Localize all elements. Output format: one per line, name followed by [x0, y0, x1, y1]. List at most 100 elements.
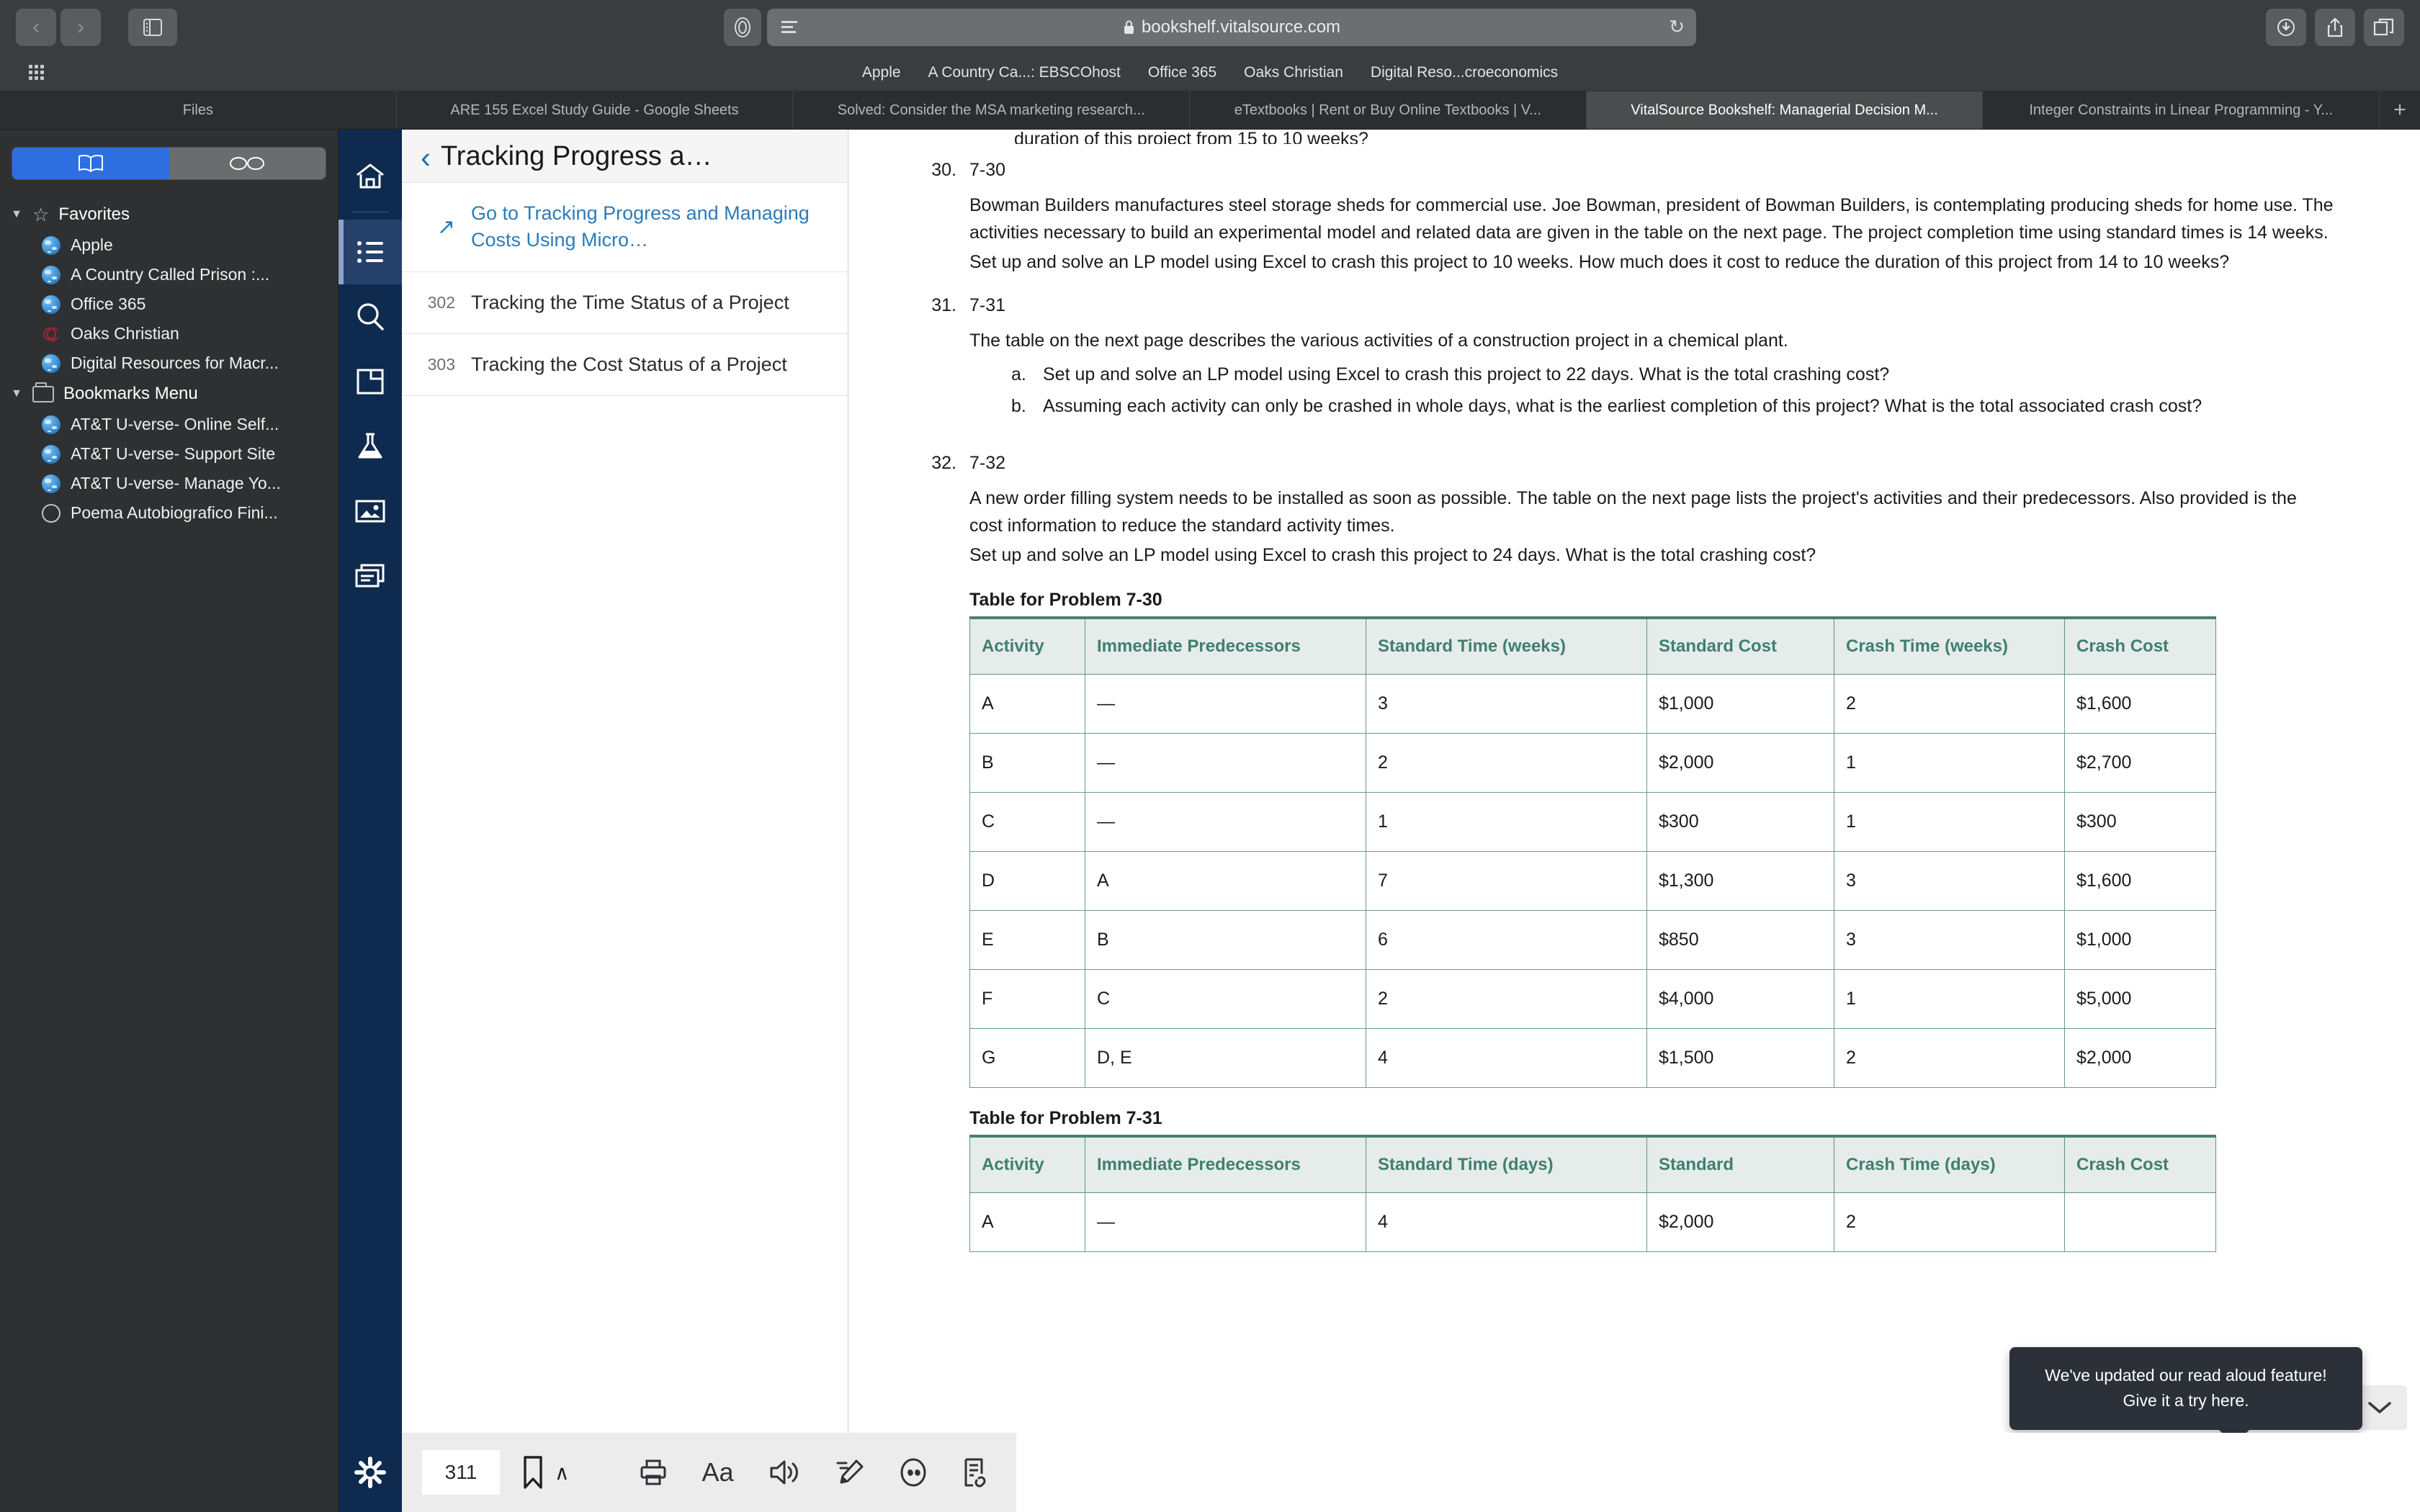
cell-crash-cost: $5,000 — [2064, 968, 2216, 1029]
back-button[interactable]: ‹ — [16, 8, 56, 46]
bookmark-label: Poema Autobiografico Fini... — [71, 503, 278, 522]
toc-row-goto[interactable]: ↗ Go to Tracking Progress and Managing C… — [402, 183, 848, 272]
bookmark-caret-icon[interactable]: ∧ — [555, 1461, 570, 1485]
column-header-activity: Activity — [969, 616, 1085, 675]
table-of-contents-icon — [357, 241, 383, 263]
tab-files[interactable]: Files — [0, 91, 397, 129]
cell-standard-cost: $1,300 — [1646, 850, 1834, 911]
bookmark-label: Oaks Christian — [71, 324, 179, 343]
problem-paragraph: Bowman Builders manufactures steel stora… — [969, 195, 2334, 243]
table-caption-7-31: Table for Problem 7-31 — [969, 1107, 1162, 1128]
table-row: C — 1 $300 1 $300 — [969, 791, 2216, 852]
disclosure-caret-icon[interactable]: ▼ — [10, 208, 23, 221]
read-aloud-icon[interactable] — [768, 1459, 800, 1486]
highlight-icon[interactable] — [835, 1458, 865, 1487]
disclosure-caret-icon[interactable]: ▼ — [10, 387, 23, 400]
reload-button[interactable]: ↻ — [1669, 16, 1685, 38]
tab-etextbooks[interactable]: eTextbooks | Rent or Buy Online Textbook… — [1190, 91, 1587, 129]
cell-crash-cost: $1,600 — [2064, 850, 2216, 911]
bookmark-item-digital-resources[interactable]: Digital Resources for Macr... — [0, 348, 338, 378]
book-content: duration of this project from 15 to 10 w… — [848, 130, 2420, 1252]
rail-flashcards-button[interactable] — [339, 544, 402, 608]
toc-row-time-status[interactable]: 302 Tracking the Time Status of a Projec… — [402, 272, 848, 334]
bookmarks-group-menu[interactable]: ▼ Bookmarks Menu — [0, 378, 338, 410]
download-icon — [2277, 18, 2295, 36]
page-number-input[interactable]: 311 — [422, 1450, 500, 1495]
cell-predecessors: — — [1085, 673, 1366, 734]
toc-row-cost-status[interactable]: 303 Tracking the Cost Status of a Projec… — [402, 334, 848, 396]
bookmarks-group-favorites[interactable]: ▼ ☆ Favorites — [0, 199, 338, 230]
cell-standard-cost: $1,500 — [1646, 1027, 1834, 1088]
folder-icon — [32, 382, 54, 402]
vitalsource-icon-rail — [339, 130, 402, 1433]
problem-title: 7-31 — [969, 294, 1006, 315]
rail-contents-button[interactable] — [339, 220, 402, 284]
favorite-item[interactable]: Oaks Christian — [1244, 64, 1343, 81]
bookmarks-tab[interactable] — [12, 148, 169, 179]
favorite-item[interactable]: Office 365 — [1148, 64, 1216, 81]
cell-standard-time: 6 — [1366, 909, 1647, 970]
read-aloud-tooltip: We've updated our read aloud feature! Gi… — [2009, 1347, 2362, 1433]
column-header-standard-time: Standard Time (weeks) — [1366, 616, 1647, 675]
bookmark-item-apple[interactable]: Apple — [0, 230, 338, 260]
sidebar-toggle-button[interactable] — [128, 8, 177, 46]
cell-standard-time: 2 — [1366, 968, 1647, 1029]
globe-icon — [42, 444, 60, 464]
cell-standard-cost: $300 — [1646, 791, 1834, 852]
bookmark-icon[interactable] — [521, 1455, 544, 1490]
toc-title: Tracking Progress a… — [441, 141, 712, 171]
bookmark-item-oaks-christian[interactable]: Oaks Christian — [0, 319, 338, 348]
bookmark-item-country-called-prison[interactable]: A Country Called Prison :... — [0, 260, 338, 289]
settings-button[interactable] — [339, 1433, 402, 1512]
share-button[interactable] — [2315, 8, 2355, 46]
bookmark-item-att-support-site[interactable]: AT&T U-verse- Support Site — [0, 439, 338, 469]
tab-solved-msa[interactable]: Solved: Consider the MSA marketing resea… — [793, 91, 1191, 129]
back-icon: ‹ — [32, 14, 40, 39]
tab-integer-constraints[interactable]: Integer Constraints in Linear Programmin… — [1983, 91, 2380, 129]
privacy-shield-icon — [735, 17, 750, 37]
notes-link-icon[interactable] — [962, 1457, 990, 1488]
rail-figures-button[interactable] — [339, 479, 402, 544]
bookmark-label: A Country Called Prison :... — [71, 265, 270, 284]
bookmark-item-poema[interactable]: Poema Autobiografico Fini... — [0, 498, 338, 528]
favorites-grid-icon[interactable] — [29, 65, 44, 80]
favorite-item[interactable]: A Country Ca...: EBSCOhost — [928, 64, 1121, 81]
cell-activity: F — [969, 968, 1085, 1029]
cell-crash-time: 1 — [1834, 968, 2065, 1029]
table-caption-7-30: Table for Problem 7-30 — [969, 589, 1162, 610]
address-bar[interactable]: bookshelf.vitalsource.com ↻ — [767, 8, 1696, 46]
reading-list-tab[interactable] — [169, 148, 326, 179]
downloads-button[interactable] — [2266, 8, 2306, 46]
cell-activity: A — [969, 673, 1085, 734]
problem-sublist: a. Set up and solve an LP model using Ex… — [1011, 361, 2334, 420]
favorite-item[interactable]: Digital Reso...croeconomics — [1371, 64, 1558, 81]
rail-home-button[interactable] — [339, 144, 402, 209]
search-icon — [357, 303, 384, 330]
bookmark-item-office-365[interactable]: Office 365 — [0, 289, 338, 319]
table-row: D A 7 $1,300 3 $1,600 — [969, 850, 2216, 911]
bookmark-item-att-online-self[interactable]: AT&T U-verse- Online Self... — [0, 410, 338, 439]
new-tab-button[interactable]: + — [2380, 91, 2420, 129]
rail-search-button[interactable] — [339, 284, 402, 349]
column-header-predecessors: Immediate Predecessors — [1085, 1134, 1366, 1193]
home-icon — [357, 163, 384, 189]
tab-label: ARE 155 Excel Study Guide - Google Sheet… — [450, 102, 739, 118]
tab-are155[interactable]: ARE 155 Excel Study Guide - Google Sheet… — [397, 91, 794, 129]
reading-pane[interactable]: duration of this project from 15 to 10 w… — [848, 130, 2420, 1433]
bookmark-label: Digital Resources for Macr... — [71, 354, 279, 372]
favorite-item[interactable]: Apple — [862, 64, 901, 81]
tab-overview-button[interactable] — [2364, 8, 2404, 46]
privacy-report-button[interactable] — [724, 8, 761, 46]
rail-notebook-button[interactable] — [339, 349, 402, 414]
problem-paragraph: A new order filling system needs to be i… — [969, 488, 2297, 536]
text-size-icon[interactable]: Aa — [702, 1457, 734, 1488]
toc-back-button[interactable]: ‹ — [421, 142, 431, 173]
forward-button[interactable]: › — [60, 8, 101, 46]
citation-icon[interactable] — [900, 1457, 927, 1488]
rail-flask-button[interactable] — [339, 414, 402, 479]
column-header-predecessors: Immediate Predecessors — [1085, 616, 1366, 675]
problem-paragraph: Set up and solve an LP model using Excel… — [969, 545, 1816, 565]
tab-vitalsource[interactable]: VitalSource Bookshelf: Managerial Decisi… — [1586, 91, 1984, 129]
bookmark-item-att-manage-your[interactable]: AT&T U-verse- Manage Yo... — [0, 469, 338, 498]
print-icon[interactable] — [639, 1458, 668, 1487]
